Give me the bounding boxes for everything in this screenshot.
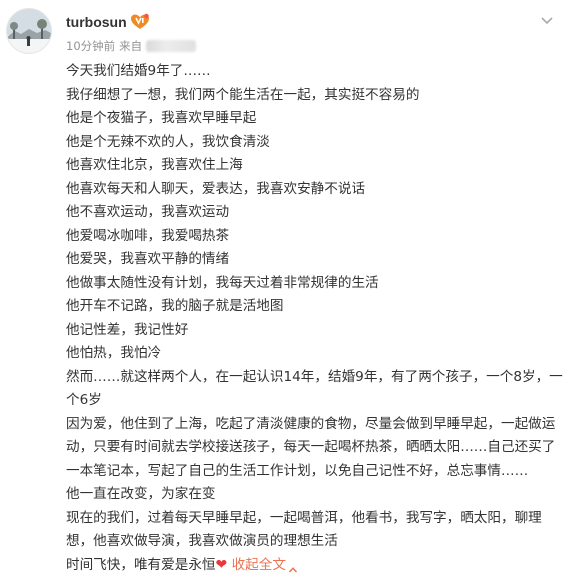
post-line: 他爱哭，我喜欢平静的情绪 xyxy=(66,251,230,267)
post-line: 他做事太随性没有计划，我每天过着非常规律的生活 xyxy=(66,274,379,291)
vip-badge-icon[interactable] xyxy=(130,13,150,31)
chevron-up-icon xyxy=(288,560,298,573)
post-line: 他喜欢住北京，我喜欢住上海 xyxy=(66,157,243,173)
collapse-full-text-link[interactable]: 收起全文 xyxy=(232,557,298,573)
post-line: 他开车不记路，我的脑子就是活地图 xyxy=(66,298,284,314)
avatar[interactable] xyxy=(6,8,52,54)
post-line: 今天我们结婚9年了…… xyxy=(66,63,211,79)
post-line: 他是个无辣不欢的人，我饮食清淡 xyxy=(66,133,270,150)
post-line: 然而……就这样两个人，在一起认识14年，结婚9年，有了两个孩子，一个8岁，一个6… xyxy=(66,368,563,409)
post-line: 他爱喝冰咖啡，我爱喝热茶 xyxy=(66,227,230,244)
post-line: 他不喜欢运动，我喜欢运动 xyxy=(66,204,230,220)
post-line: 他喜欢每天和人聊天，爱表达，我喜欢安静不说话 xyxy=(66,180,366,197)
post-source-label: 来自 xyxy=(119,39,143,53)
post-time[interactable]: 10分钟前 xyxy=(66,38,115,54)
post-line: 他记性差，我记性好 xyxy=(66,321,189,338)
post-last-line: 时间飞快，唯有爱是永恒❤ 收起全文 xyxy=(66,554,566,578)
post-meta: 10分钟前 来自 xyxy=(66,38,197,54)
post-line: 因为爱，他住到了上海，吃起了清淡健康的食物，尽量会做到早睡早起，一起做运动，只要… xyxy=(66,415,556,479)
blurred-source xyxy=(146,40,197,52)
post-line: 我仔细想了一想，我们两个能生活在一起，其实挺不容易的 xyxy=(66,86,420,103)
collapse-label: 收起全文 xyxy=(231,556,286,573)
post-line: 现在的我们，过着每天早睡早起，一起喝普洱，他看书，我写字，晒太阳，聊理想，他喜欢… xyxy=(66,509,542,550)
post-line: 他怕热，我怕冷 xyxy=(66,345,162,361)
post-content: 今天我们结婚9年了…… 我仔细想了一想，我们两个能生活在一起，其实挺不容易的 他… xyxy=(66,60,566,577)
username[interactable]: turbosun xyxy=(66,14,127,30)
chevron-down-icon[interactable] xyxy=(539,12,555,28)
heart-icon: ❤ xyxy=(215,556,228,573)
post-line: 他是个夜猫子，我喜欢早睡早起 xyxy=(66,110,257,126)
username-row: turbosun xyxy=(66,13,150,31)
post-line-text: 时间飞快，唯有爱是永恒 xyxy=(66,556,216,573)
post-line: 他一直在改变，为家在变 xyxy=(66,486,216,502)
